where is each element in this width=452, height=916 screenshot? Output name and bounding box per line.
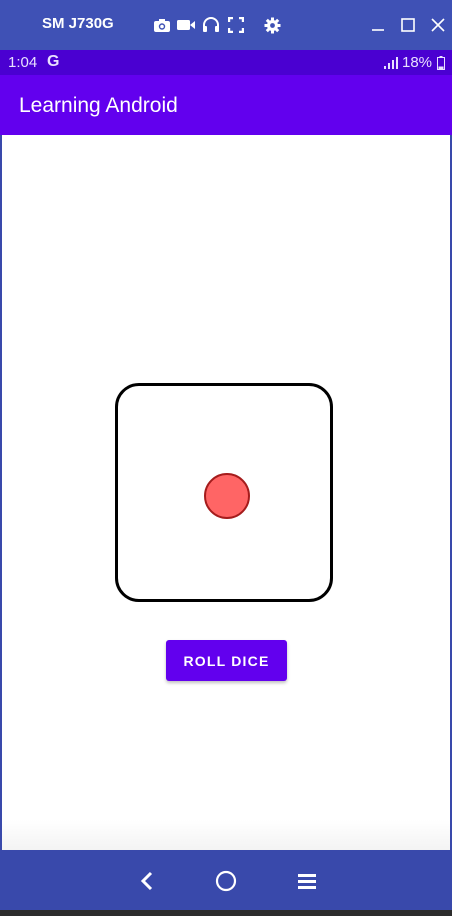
home-icon[interactable]	[212, 867, 240, 895]
content-bottom-fade	[2, 820, 450, 850]
video-icon[interactable]	[175, 14, 197, 36]
navigation-bar	[0, 850, 452, 910]
roll-dice-button[interactable]: ROLL DICE	[166, 640, 287, 681]
window-bottom-edge	[0, 910, 452, 916]
app-title: Learning Android	[19, 94, 178, 117]
fullscreen-icon[interactable]	[225, 14, 247, 36]
dice-image	[115, 383, 333, 602]
status-time: 1:04	[8, 54, 38, 71]
battery-icon	[437, 56, 445, 74]
device-name: SM J730G	[42, 15, 114, 32]
minimize-icon[interactable]	[366, 13, 390, 37]
menu-icon[interactable]	[293, 867, 321, 895]
status-bar: 1:04 G 18%	[0, 50, 452, 75]
emulator-title-bar: SM J730G	[0, 0, 452, 50]
maximize-icon[interactable]	[396, 13, 420, 37]
camera-icon[interactable]	[151, 14, 173, 36]
app-bar: Learning Android	[0, 75, 452, 135]
google-notification-icon: G	[47, 53, 60, 70]
dice-pip	[204, 473, 250, 519]
battery-percentage: 18%	[402, 54, 433, 71]
signal-icon	[384, 56, 398, 73]
back-icon[interactable]	[133, 867, 161, 895]
settings-icon[interactable]	[261, 14, 283, 36]
headphones-icon[interactable]	[200, 14, 222, 36]
close-icon[interactable]	[426, 13, 450, 37]
